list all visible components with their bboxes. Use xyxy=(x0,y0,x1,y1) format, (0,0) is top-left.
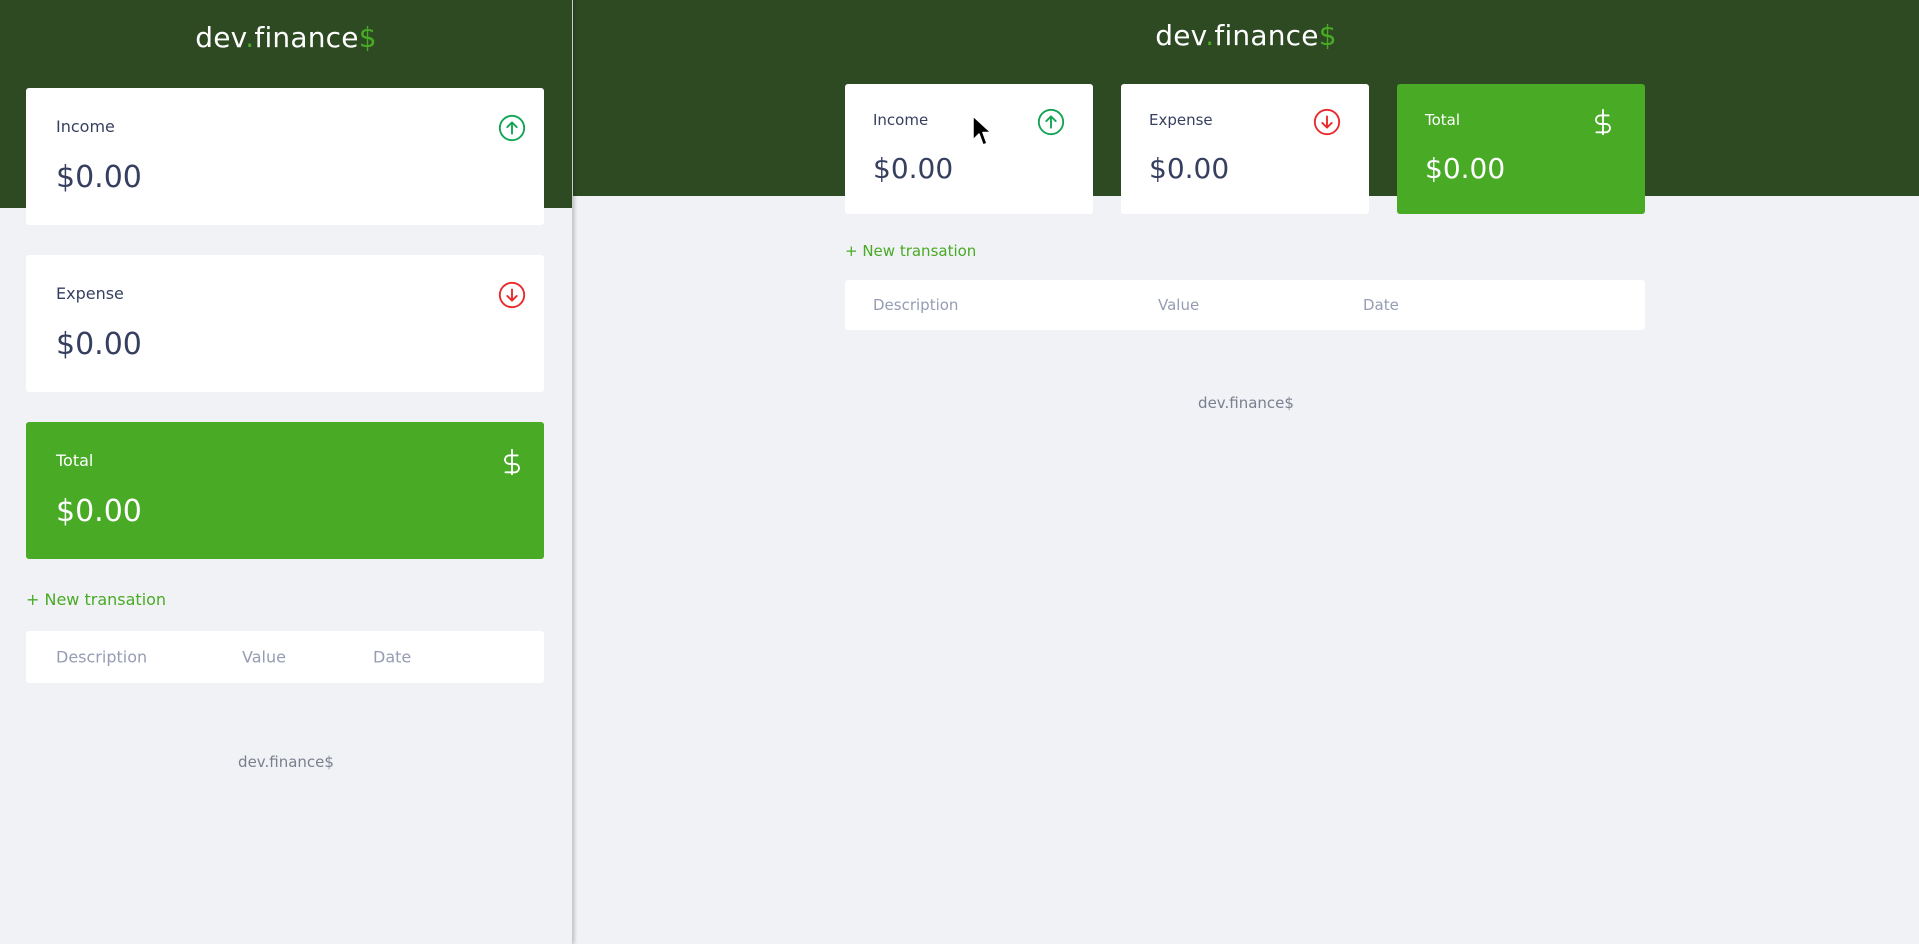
footer-text: dev.finance$ xyxy=(1198,394,1294,412)
total-value: $0.00 xyxy=(1425,152,1506,185)
total-card: Total $0.00 xyxy=(1397,84,1645,214)
expense-label: Expense xyxy=(56,284,124,303)
arrow-down-circle-icon xyxy=(1313,108,1341,136)
income-card: Income $0.00 xyxy=(845,84,1093,214)
column-description: Description xyxy=(56,647,148,667)
logo-name-2: finance xyxy=(254,21,359,54)
column-date: Date xyxy=(1363,296,1399,314)
transactions-table-header: Description Value Date xyxy=(26,631,544,683)
arrow-up-circle-icon xyxy=(1037,108,1065,136)
expense-card: Expense $0.00 xyxy=(1121,84,1369,214)
expense-value: $0.00 xyxy=(1149,152,1230,185)
total-value: $0.00 xyxy=(56,494,142,529)
logo-symbol: $ xyxy=(1318,19,1337,52)
panel-divider xyxy=(572,0,573,944)
new-transaction-link[interactable]: + New transation xyxy=(845,242,976,260)
total-card: Total $0.00 xyxy=(26,422,544,559)
logo-name: dev xyxy=(195,21,246,54)
desktop-view-panel: dev.finance$ Income $0.00 Expense $0.00 … xyxy=(573,0,1919,944)
column-date: Date xyxy=(373,647,412,667)
total-label: Total xyxy=(1425,111,1461,129)
new-transaction-link[interactable]: + New transation xyxy=(26,590,166,609)
income-label: Income xyxy=(873,111,929,129)
expense-label: Expense xyxy=(1149,111,1213,129)
income-card: Income $0.00 xyxy=(26,88,544,225)
mobile-view-panel: dev.finance$ Income $0.00 Expense $0.00 … xyxy=(0,0,572,944)
income-label: Income xyxy=(56,117,115,136)
column-description: Description xyxy=(873,296,959,314)
arrow-down-circle-icon xyxy=(498,281,526,309)
mouse-cursor-icon xyxy=(972,115,992,146)
income-value: $0.00 xyxy=(873,152,954,185)
logo: dev.finance$ xyxy=(573,19,1919,52)
arrow-up-circle-icon xyxy=(498,114,526,142)
logo-name: dev xyxy=(1155,19,1206,52)
dollar-sign-icon xyxy=(1595,108,1611,136)
expense-value: $0.00 xyxy=(56,327,142,362)
logo-symbol: $ xyxy=(358,21,377,54)
dollar-sign-icon xyxy=(504,448,520,476)
column-value: Value xyxy=(1158,296,1200,314)
column-value: Value xyxy=(242,647,286,667)
screen: dev.finance$ Income $0.00 Expense $0.00 … xyxy=(0,0,1919,944)
transactions-table-header: Description Value Date xyxy=(845,280,1645,330)
total-label: Total xyxy=(56,451,94,470)
logo: dev.finance$ xyxy=(0,21,572,54)
income-value: $0.00 xyxy=(56,160,142,195)
footer-text: dev.finance$ xyxy=(238,753,334,771)
logo-name-2: finance xyxy=(1214,19,1319,52)
expense-card: Expense $0.00 xyxy=(26,255,544,392)
